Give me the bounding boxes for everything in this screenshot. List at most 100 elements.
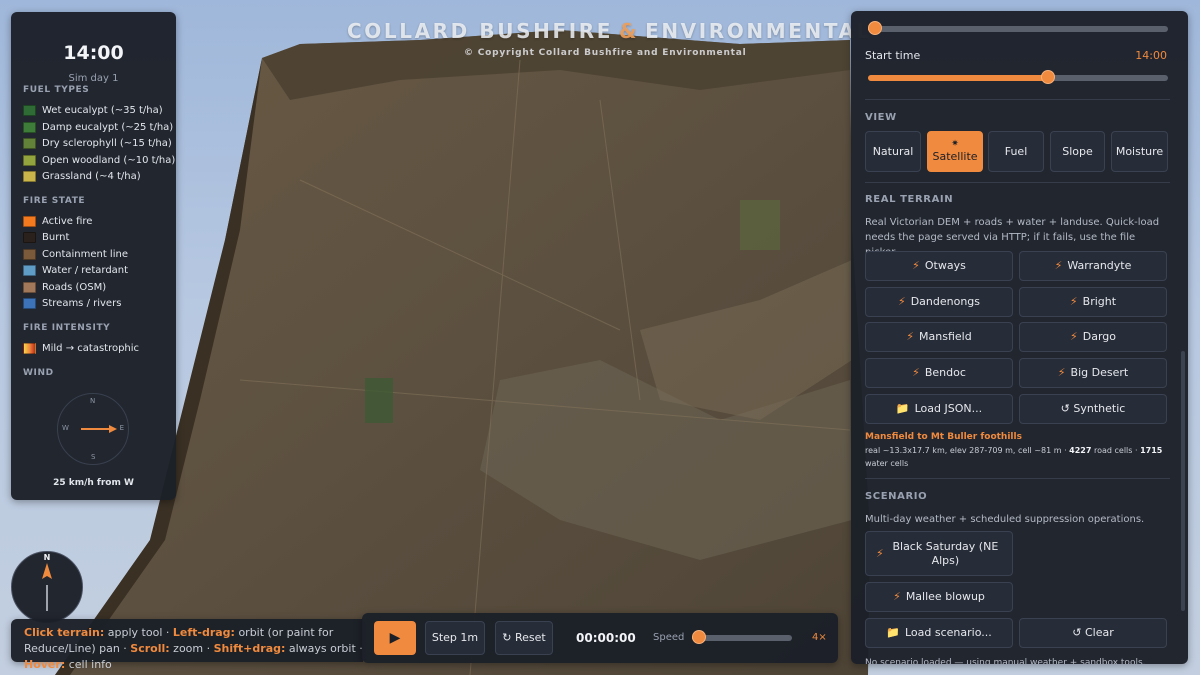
north-arrow-icon [42, 563, 52, 611]
start-time-slider-handle[interactable] [1041, 70, 1055, 84]
play-button[interactable]: ▶ [374, 621, 416, 655]
fuel-types-heading: FUEL TYPES [23, 85, 90, 95]
legend-item: Grassland (~4 t/ha) [23, 171, 141, 182]
legend-panel: 14:00 Sim day 1 FUEL TYPES Wet eucalypt … [11, 12, 176, 500]
clear-scenario-button[interactable]: ↺ Clear [1019, 618, 1167, 648]
bolt-icon: ⚡ [906, 330, 915, 343]
loaded-info-text: road cells · [1091, 446, 1141, 455]
terrain-mansfield-button[interactable]: ⚡ Mansfield [865, 322, 1013, 352]
legend-item: Roads (OSM) [23, 282, 106, 293]
north-compass[interactable]: N [11, 551, 83, 623]
terrain-bendoc-button[interactable]: ⚡ Bendoc [865, 358, 1013, 388]
start-time-value: 14:00 [1135, 49, 1167, 62]
legend-swatch [23, 249, 36, 260]
bolt-icon: ⚡ [876, 546, 884, 560]
watermark-copyright: © Copyright Collard Bushfire and Environ… [464, 48, 747, 58]
reset-button[interactable]: ↻ Reset [495, 621, 553, 655]
legend-item-label: Grassland (~4 t/ha) [42, 171, 141, 182]
legend-item-label: Streams / rivers [42, 298, 122, 309]
elapsed-timer: 00:00:00 [576, 631, 636, 645]
paddock-patch [365, 378, 393, 423]
scenario-heading: SCENARIO [865, 491, 928, 502]
bolt-icon: ⚡ [1070, 330, 1078, 343]
speed-value: 4× [812, 632, 827, 643]
panel-scrollbar[interactable] [1181, 351, 1185, 611]
load-scenario-label: Load scenario... [904, 626, 992, 639]
scenario-status: No scenario loaded — using manual weathe… [865, 658, 1146, 664]
start-time-slider[interactable] [868, 70, 1168, 84]
terrain-button-label: Mansfield [919, 330, 972, 343]
satellite-icon: ✷ [951, 138, 959, 149]
folder-icon: 📁 [895, 402, 910, 415]
load-scenario-button[interactable]: 📁 Load scenario... [865, 618, 1013, 648]
terrain-dargo-button[interactable]: ⚡ Dargo [1019, 322, 1167, 352]
scenario-mallee-blowup-button[interactable]: ⚡ Mallee blowup [865, 582, 1013, 612]
top-slider[interactable] [868, 21, 1168, 35]
synthetic-button[interactable]: ↺ Synthetic [1019, 394, 1167, 424]
help-key: Scroll: [130, 642, 170, 655]
loaded-info-text: water cells [865, 459, 909, 468]
help-text: always orbit · [285, 642, 363, 655]
view-satellite-button[interactable]: ✷ Satellite [927, 131, 983, 172]
legend-item: Dry sclerophyll (~15 t/ha) [23, 138, 172, 149]
legend-item-label: Open woodland (~10 t/ha) [42, 155, 176, 166]
play-icon: ▶ [389, 630, 401, 646]
legend-item: Mild → catastrophic [23, 343, 139, 354]
terrain-dandenongs-button[interactable]: ⚡ Dandenongs [865, 287, 1013, 317]
transport-bar: ▶ Step 1m ↻ Reset 00:00:00 Speed 4× [362, 613, 838, 663]
watermark-title: COLLARD BUSHFIRE & ENVIRONMENTAL [347, 19, 869, 43]
divider [865, 99, 1170, 100]
terrain-button-label: Dandenongs [910, 295, 981, 308]
paddock-patch [740, 200, 780, 250]
road-cells-count: 4227 [1069, 446, 1092, 455]
terrain-button-label: Warrandyte [1067, 259, 1132, 272]
folder-icon: 📁 [886, 626, 900, 639]
bolt-icon: ⚡ [1069, 295, 1078, 308]
wind-compass: N E S W [57, 393, 129, 465]
terrain-button-label: Otways [924, 259, 966, 272]
view-heading: VIEW [865, 112, 897, 123]
scenario-black-saturday-button[interactable]: ⚡ Black Saturday (NE Alps) [865, 531, 1013, 576]
help-key: Shift+drag: [213, 642, 286, 655]
speed-slider[interactable] [692, 630, 792, 644]
divider [865, 478, 1170, 479]
help-key: Left-drag: [172, 626, 235, 639]
legend-item-label: Dry sclerophyll (~15 t/ha) [42, 138, 172, 149]
speed-slider-handle[interactable] [692, 630, 706, 644]
loaded-terrain-title: Mansfield to Mt Buller foothills [865, 432, 1022, 442]
watermark-amp: & [619, 19, 640, 43]
view-slope-button[interactable]: Slope [1050, 131, 1105, 172]
legend-item-label: Wet eucalypt (~35 t/ha) [42, 105, 163, 116]
load-json-button[interactable]: 📁 Load JSON... [865, 394, 1013, 424]
top-slider-handle[interactable] [868, 21, 882, 35]
legend-swatch [23, 105, 36, 116]
wind-speed: 25 km/h from W [53, 478, 134, 488]
real-terrain-heading: REAL TERRAIN [865, 194, 954, 205]
legend-item-label: Containment line [42, 249, 128, 260]
start-time-slider-fill [868, 75, 1048, 81]
view-moisture-button[interactable]: Moisture [1111, 131, 1168, 172]
help-text: cell info [65, 658, 112, 671]
legend-item: Containment line [23, 249, 128, 260]
terrain-warrandyte-button[interactable]: ⚡ Warrandyte [1019, 251, 1167, 281]
view-natural-button[interactable]: Natural [865, 131, 921, 172]
bolt-icon: ⚡ [912, 259, 920, 272]
legend-item: Open woodland (~10 t/ha) [23, 155, 175, 166]
scenario-button-label: Black Saturday (NE Alps) [892, 539, 999, 567]
scenario-description: Multi-day weather + scheduled suppressio… [865, 514, 1145, 525]
legend-item: Burnt [23, 232, 69, 243]
legend-swatch [23, 298, 36, 309]
wind-arrow-icon [81, 425, 117, 433]
terrain-button-label: Dargo [1082, 330, 1116, 343]
step-button[interactable]: Step 1m [425, 621, 485, 655]
terrain-big-desert-button[interactable]: ⚡ Big Desert [1019, 358, 1167, 388]
help-text: zoom · [169, 642, 214, 655]
terrain-bright-button[interactable]: ⚡ Bright [1019, 287, 1167, 317]
legend-item-label: Damp eucalypt (~25 t/ha) [42, 122, 174, 133]
view-satellite-label: Satellite [932, 149, 978, 163]
divider [865, 182, 1170, 183]
help-bar: Click terrain: apply tool · Left-drag: o… [11, 619, 363, 671]
legend-swatch [23, 282, 36, 293]
terrain-otways-button[interactable]: ⚡ Otways [865, 251, 1013, 281]
view-fuel-button[interactable]: Fuel [988, 131, 1044, 172]
